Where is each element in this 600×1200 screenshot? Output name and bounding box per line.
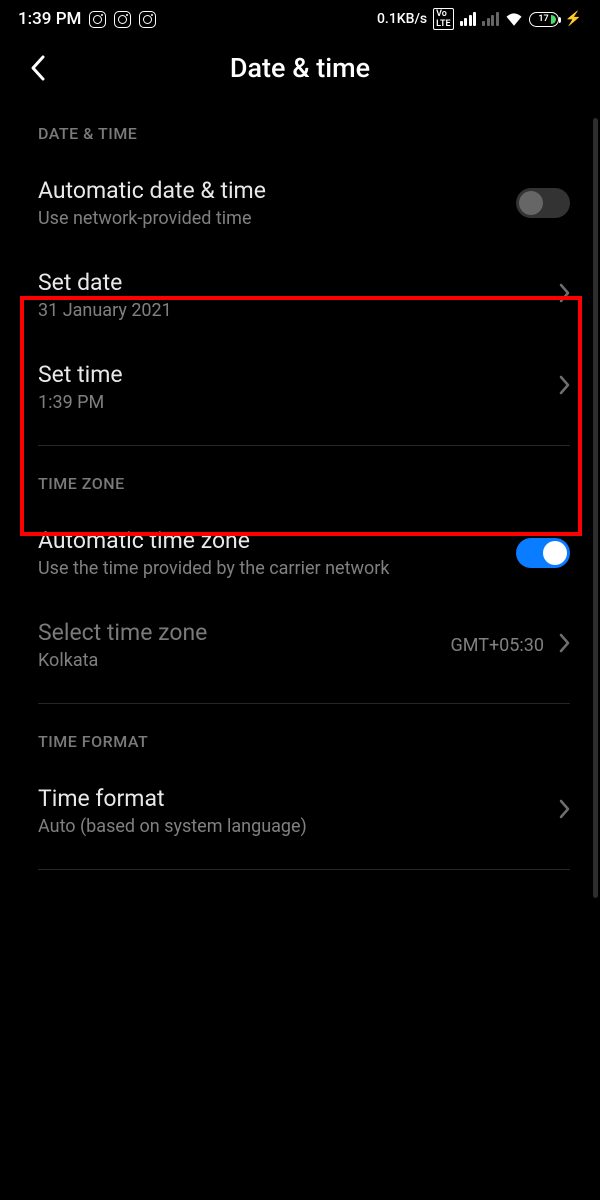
instagram-icon (139, 11, 156, 28)
charging-icon: ⚡ (565, 11, 582, 27)
auto-datetime-title: Automatic date & time (38, 177, 266, 204)
divider (38, 703, 570, 704)
select-timezone-title: Select time zone (38, 619, 207, 646)
signal-icon (460, 12, 477, 26)
chevron-right-icon (558, 799, 570, 823)
row-set-date[interactable]: Set date 31 January 2021 (0, 249, 600, 341)
status-right: 0.1KB/s VoLTE 17 ⚡ (377, 8, 582, 30)
row-auto-timezone[interactable]: Automatic time zone Use the time provide… (0, 507, 600, 599)
section-label-format: TIME FORMAT (0, 716, 600, 765)
chevron-right-icon (558, 283, 570, 307)
chevron-right-icon (558, 633, 570, 658)
auto-timezone-toggle[interactable] (516, 538, 570, 568)
set-time-title: Set time (38, 361, 123, 388)
set-date-value: 31 January 2021 (38, 300, 172, 321)
row-time-format[interactable]: Time format Auto (based on system langua… (0, 765, 600, 857)
toggle-knob (519, 191, 543, 215)
select-timezone-value: GMT+05:30 (451, 635, 545, 656)
auto-timezone-title: Automatic time zone (38, 527, 390, 554)
select-timezone-sub: Kolkata (38, 650, 207, 671)
chevron-right-icon (558, 375, 570, 399)
instagram-icon (114, 11, 131, 28)
row-select-timezone: Select time zone Kolkata GMT+05:30 (0, 599, 600, 691)
scrollbar[interactable] (593, 118, 598, 898)
auto-datetime-toggle[interactable] (516, 188, 570, 218)
wifi-icon (505, 12, 523, 26)
auto-datetime-sub: Use network-provided time (38, 208, 266, 229)
instagram-icon (89, 11, 106, 28)
status-time: 1:39 PM (18, 9, 81, 29)
net-speed: 0.1KB/s (377, 11, 427, 27)
section-label-timezone: TIME ZONE (0, 458, 600, 507)
battery-icon: 17 (529, 12, 559, 27)
chevron-left-icon (29, 54, 47, 82)
battery-text: 17 (538, 14, 548, 24)
page-header: Date & time (0, 34, 600, 108)
signal-icon-sim2 (482, 12, 499, 26)
divider (38, 869, 570, 870)
time-format-title: Time format (38, 785, 307, 812)
status-left: 1:39 PM (18, 9, 156, 29)
row-set-time[interactable]: Set time 1:39 PM (0, 341, 600, 433)
time-format-sub: Auto (based on system language) (38, 816, 307, 837)
row-auto-datetime[interactable]: Automatic date & time Use network-provid… (0, 157, 600, 249)
page-title: Date & time (0, 52, 600, 84)
set-date-title: Set date (38, 269, 172, 296)
back-button[interactable] (22, 52, 54, 84)
section-label-datetime: DATE & TIME (0, 108, 600, 157)
auto-timezone-sub: Use the time provided by the carrier net… (38, 558, 390, 579)
status-bar: 1:39 PM 0.1KB/s VoLTE 17 ⚡ (0, 0, 600, 34)
set-time-value: 1:39 PM (38, 392, 123, 413)
divider (38, 445, 570, 446)
toggle-knob (543, 541, 567, 565)
content: DATE & TIME Automatic date & time Use ne… (0, 108, 600, 870)
volte-icon: VoLTE (433, 8, 453, 30)
